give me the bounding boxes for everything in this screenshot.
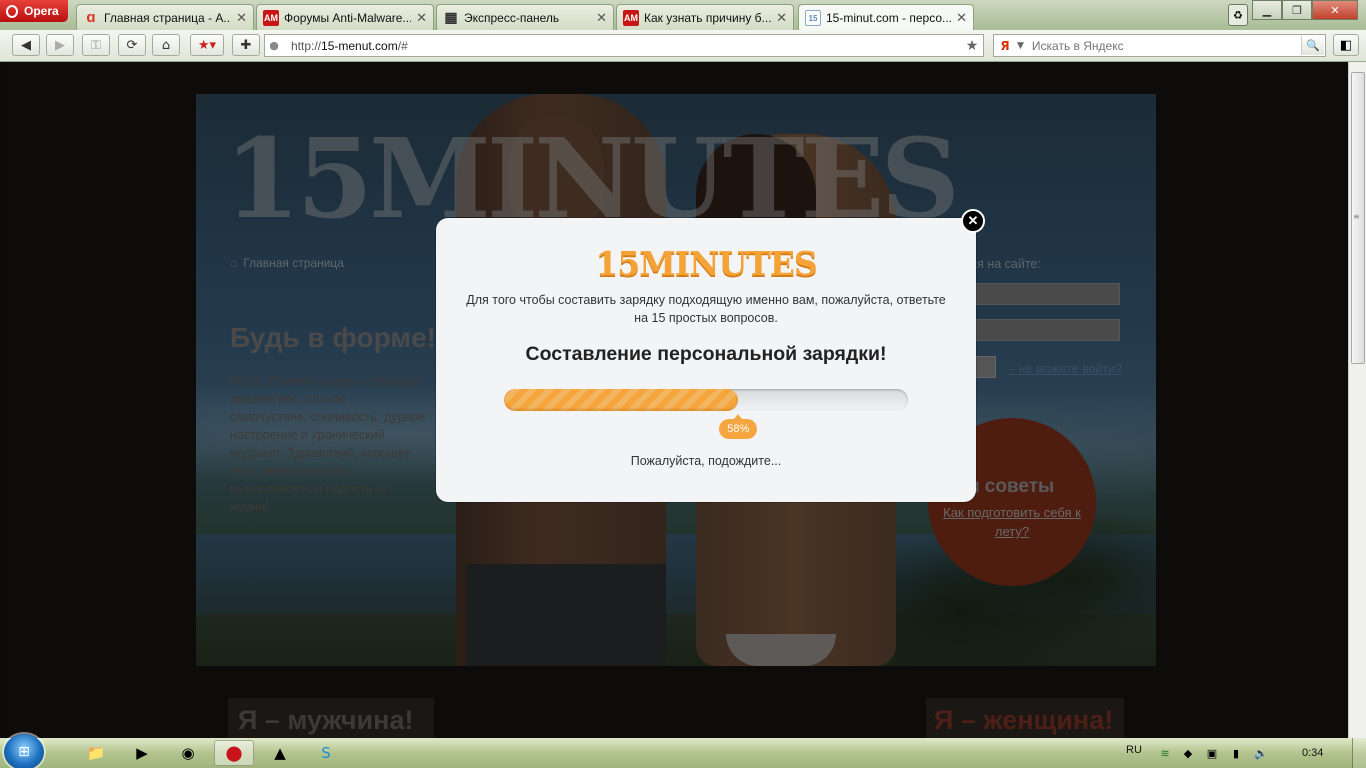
home-icon[interactable]: ⌂ [152, 34, 180, 56]
opera-menu-label: Opera [24, 4, 59, 18]
search-box: Я ▼ 🔍 [993, 34, 1326, 57]
avira-icon: ɑ [86, 9, 96, 26]
site-icon: 15 [805, 10, 821, 26]
title-bar: Opera ɑ Главная страница - А... ✕ AM Фор… [0, 0, 1366, 31]
avast-icon[interactable]: ▲ [260, 740, 300, 766]
close-tab-icon[interactable]: ✕ [236, 10, 247, 26]
choose-woman-button[interactable]: Я – женщина! [926, 698, 1124, 738]
progress-percent-badge: 58% [719, 414, 758, 439]
yandex-icon[interactable]: Я [997, 38, 1013, 54]
window-controls: ▁ ❐ ✕ [1252, 0, 1358, 20]
trash-icon[interactable]: ♻ [1228, 4, 1248, 26]
vertical-scrollbar[interactable]: ≡ [1348, 62, 1366, 738]
start-button[interactable]: ⊞ [4, 734, 44, 768]
panel-icon[interactable]: ◧ [1333, 34, 1359, 56]
breadcrumb-home-link[interactable]: Главная страница [243, 256, 344, 270]
tab-15-minut[interactable]: 15 15-minut.com - персо... ✕ [798, 4, 974, 31]
forgot-password-link[interactable]: – не можете войти? [1008, 362, 1122, 376]
address-bar[interactable]: ● http://15-menut.com/# ★ [264, 34, 984, 57]
tab-title: 15-minut.com - персо... [826, 11, 952, 25]
modal-heading: Составление персональной зарядки! [525, 343, 887, 365]
opera-menu-button[interactable]: Opera [0, 0, 68, 22]
tab-title: Как узнать причину б... [644, 10, 772, 25]
navigation-toolbar: ◀ ▶ ⚿ ⟳ ⌂ ★▾ ✚ ● http://15-menut.com/# ★… [0, 30, 1366, 62]
minimize-icon[interactable]: ▁ [1252, 0, 1282, 20]
tips-link[interactable]: Как подготовить себя к лету? [942, 503, 1082, 541]
am-icon: AM [263, 9, 279, 26]
tab-anti-malware-forums[interactable]: AM Форумы Anti-Malware... ✕ [256, 4, 434, 30]
bookmark-star-icon[interactable]: ★ [961, 38, 983, 54]
choose-woman-label: Я – женщина! [934, 704, 1114, 735]
explorer-icon[interactable]: 📁 [76, 740, 116, 766]
close-tab-icon[interactable]: ✕ [956, 10, 967, 26]
firefox-icon[interactable]: ◉ [168, 740, 208, 766]
hero-woman-bikini [726, 634, 836, 666]
back-icon[interactable]: ◀ [12, 34, 40, 56]
page-viewport: 15MINUTES ⌂ Главная страница Будь в форм… [4, 62, 1348, 738]
close-icon[interactable]: ✕ [961, 209, 985, 233]
key-icon[interactable]: ⚿ [82, 34, 110, 56]
taskbar: ⊞ 📁 ▶ ◉ ⬤ ▲ S RU ≋ ◆ ▣ ▮ 🔈 0:34 [0, 734, 1366, 768]
login-password-field[interactable] [956, 319, 1120, 341]
clock[interactable]: 0:34 [1302, 747, 1323, 759]
reload-icon[interactable]: ⟳ [118, 34, 146, 56]
choose-man-button[interactable]: Я – мужчина! [228, 698, 434, 738]
add-icon[interactable]: ✚ [232, 34, 260, 56]
modal-description: Для того чтобы составить зарядку подходя… [466, 293, 946, 325]
hero-man-shorts [466, 564, 666, 666]
opera-taskbar-icon[interactable]: ⬤ [214, 740, 254, 766]
tab-title: Главная страница - А... [104, 10, 232, 25]
volume-icon[interactable]: 🔈 [1254, 746, 1268, 760]
network-device-icon[interactable]: ▣ [1205, 746, 1219, 760]
choose-man-label: Я – мужчина! [238, 704, 414, 735]
breadcrumb: ⌂ Главная страница [230, 256, 344, 270]
tray-app-icon[interactable]: ◆ [1181, 746, 1195, 760]
close-tab-icon[interactable]: ✕ [596, 10, 607, 26]
globe-icon: ● [269, 39, 279, 52]
login-username-field[interactable] [956, 283, 1120, 305]
home-icon[interactable]: ⌂ [230, 256, 237, 270]
tab-title: Экспресс-панель [464, 10, 560, 25]
scrollbar-grip-icon: ≡ [1353, 212, 1360, 221]
close-tab-icon[interactable]: ✕ [416, 10, 427, 26]
skype-icon[interactable]: S [306, 740, 346, 766]
close-window-icon[interactable]: ✕ [1312, 0, 1358, 20]
am-icon: AM [623, 9, 639, 26]
forward-icon[interactable]: ▶ [46, 34, 74, 56]
modal-logo: 15MINUTES [595, 244, 817, 283]
signal-icon[interactable]: ▮ [1229, 746, 1243, 760]
maximize-icon[interactable]: ❐ [1282, 0, 1312, 20]
search-icon[interactable]: 🔍 [1301, 36, 1324, 55]
tab-title: Форумы Anti-Malware... [284, 10, 412, 25]
tab-speed-dial[interactable]: ▦ Экспресс-панель ✕ [436, 4, 614, 30]
opera-logo-icon [6, 4, 18, 18]
search-input[interactable] [1027, 38, 1301, 53]
progress-modal: ✕ 15MINUTES Для того чтобы составить зар… [436, 209, 985, 502]
bookmarks-icon[interactable]: ★▾ [190, 34, 224, 56]
chevron-down-icon[interactable]: ▼ [1017, 41, 1024, 51]
show-desktop-button[interactable] [1352, 738, 1366, 768]
tab-anti-malware-topic[interactable]: AM Как узнать причину б... ✕ [616, 4, 794, 30]
progress-bar [504, 389, 908, 411]
spotify-icon[interactable]: ≋ [1158, 746, 1172, 760]
media-player-icon[interactable]: ▶ [122, 740, 162, 766]
tab-avira[interactable]: ɑ Главная страница - А... ✕ [76, 4, 254, 30]
wait-message: Пожалуйста, подождите... [630, 454, 782, 468]
address-input[interactable]: http://15-menut.com/# [283, 39, 961, 53]
progress-bar-fill [504, 389, 739, 411]
fit-title: Будь в форме! [230, 322, 436, 353]
close-tab-icon[interactable]: ✕ [776, 10, 787, 26]
fit-text: Всего 15 минут в день и прощай лишний ве… [230, 374, 426, 514]
language-indicator[interactable]: RU [1126, 744, 1142, 756]
speed-dial-icon: ▦ [444, 9, 458, 25]
